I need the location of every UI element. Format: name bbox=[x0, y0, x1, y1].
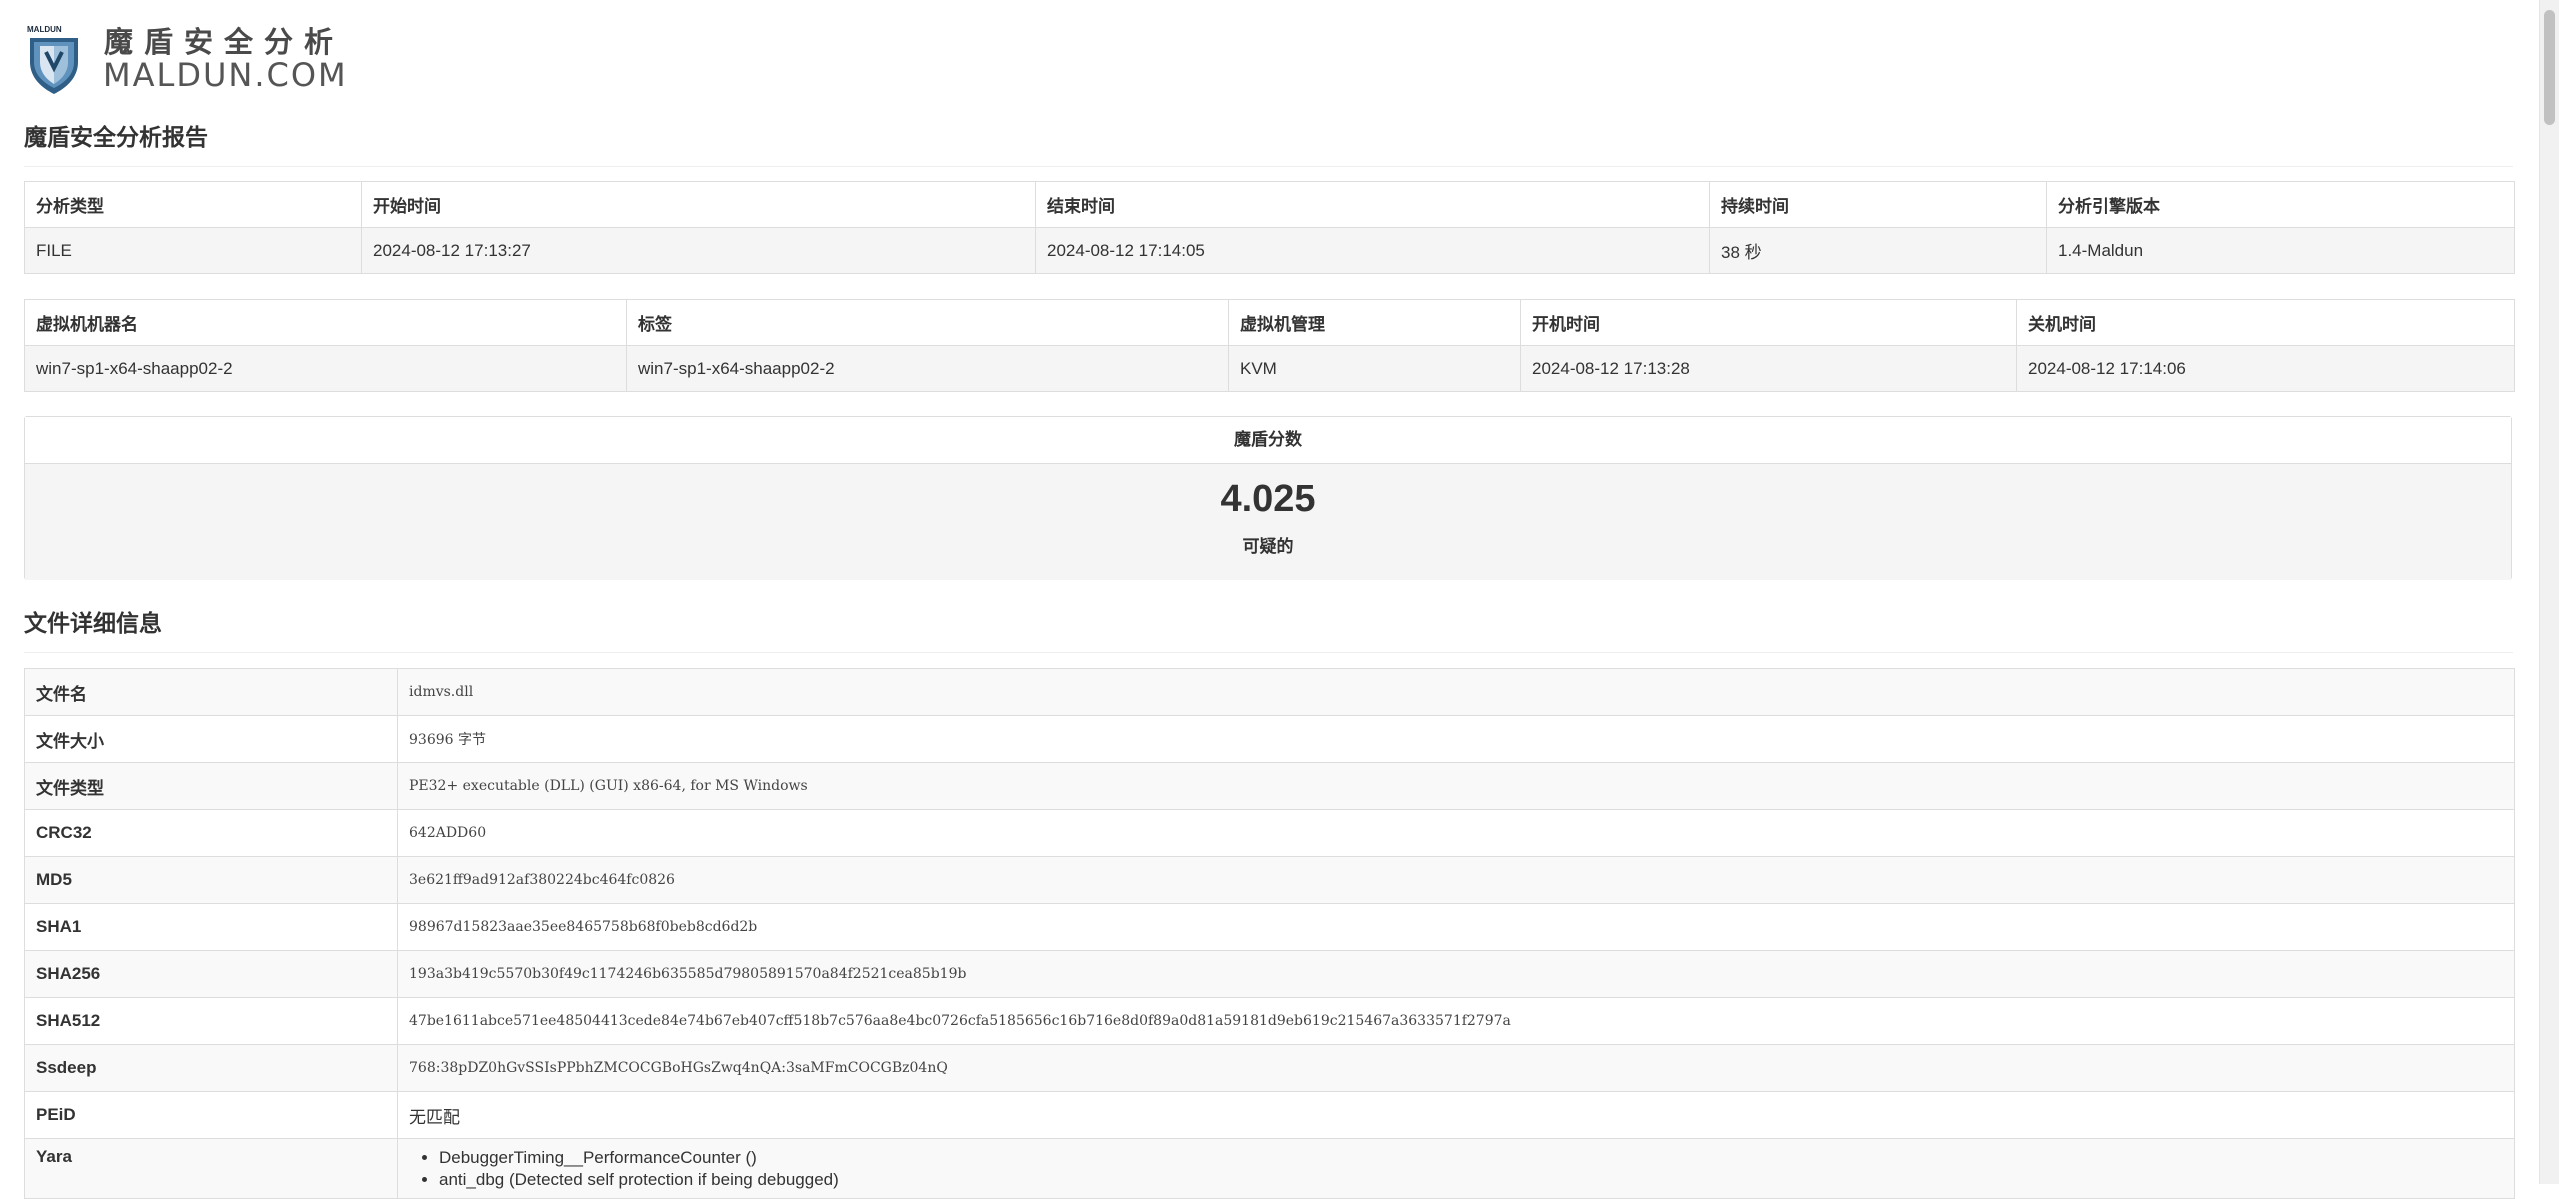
row-label: CRC32 bbox=[24, 809, 398, 857]
header-engine-version: 分析引擎版本 bbox=[2046, 181, 2515, 228]
yara-list: DebuggerTiming__PerformanceCounter () an… bbox=[409, 1147, 2503, 1191]
table-row: SHA256 193a3b419c5570b30f49c1174246b6355… bbox=[24, 950, 2515, 998]
table-header-row: 分析类型 开始时间 结束时间 持续时间 分析引擎版本 bbox=[24, 181, 2515, 228]
header-start-time: 开始时间 bbox=[361, 181, 1036, 228]
table-row: Yara DebuggerTiming__PerformanceCounter … bbox=[24, 1138, 2515, 1199]
sha256-value: 193a3b419c5570b30f49c1174246b635585d7980… bbox=[397, 950, 2515, 998]
score-heading: 魔盾分数 bbox=[25, 417, 2511, 464]
logo-en-text: MALDUN.COM bbox=[103, 56, 348, 94]
header-shutdown-time: 关机时间 bbox=[2016, 299, 2515, 346]
score-body: 4.025 可疑的 bbox=[25, 464, 2511, 580]
maldun-logo[interactable]: MALDUN 魔盾安全分析 MALDUN.COM bbox=[26, 24, 356, 94]
report-title: 魔盾安全分析报告 bbox=[24, 118, 2513, 167]
header-boot-time: 开机时间 bbox=[1520, 299, 2017, 346]
table-row: Ssdeep 768:38pDZ0hGvSSIsPPbhZMCOCGBoHGsZ… bbox=[24, 1044, 2515, 1092]
row-label: Yara bbox=[24, 1138, 398, 1199]
vm-info-table: 虚拟机机器名 标签 虚拟机管理 开机时间 关机时间 win7-sp1-x64-s… bbox=[24, 299, 2515, 392]
file-details-table: 文件名 idmvs.dll 文件大小 93696 字节 文件类型 PE32+ e… bbox=[24, 668, 2515, 1199]
header-label: 标签 bbox=[626, 299, 1229, 346]
table-row: MD5 3e621ff9ad912af380224bc464fc0826 bbox=[24, 856, 2515, 904]
file-size-value: 93696 字节 bbox=[397, 715, 2515, 763]
row-label: MD5 bbox=[24, 856, 398, 904]
logo-small-text: MALDUN bbox=[27, 25, 62, 34]
engine-version-value: 1.4-Maldun bbox=[2046, 227, 2515, 274]
header-analysis-type: 分析类型 bbox=[24, 181, 362, 228]
peid-value: 无匹配 bbox=[397, 1091, 2515, 1139]
md5-value: 3e621ff9ad912af380224bc464fc0826 bbox=[397, 856, 2515, 904]
file-name-value: idmvs.dll bbox=[397, 668, 2515, 716]
logo-cn-text: 魔盾安全分析 bbox=[104, 27, 345, 59]
ssdeep-value: 768:38pDZ0hGvSSIsPPbhZMCOCGBoHGsZwq4nQA:… bbox=[397, 1044, 2515, 1092]
list-item: DebuggerTiming__PerformanceCounter () bbox=[439, 1147, 2503, 1169]
crc32-value: 642ADD60 bbox=[397, 809, 2515, 857]
table-row: 文件类型 PE32+ executable (DLL) (GUI) x86-64… bbox=[24, 762, 2515, 810]
boot-time-value: 2024-08-12 17:13:28 bbox=[1520, 345, 2017, 392]
sha1-value: 98967d15823aae35ee8465758b68f0beb8cd6d2b bbox=[397, 903, 2515, 951]
table-row: SHA512 47be1611abce571ee48504413cede84e7… bbox=[24, 997, 2515, 1045]
row-label: Ssdeep bbox=[24, 1044, 398, 1092]
file-type-value: PE32+ executable (DLL) (GUI) x86-64, for… bbox=[397, 762, 2515, 810]
sha512-value: 47be1611abce571ee48504413cede84e74b67eb4… bbox=[397, 997, 2515, 1045]
header-vm-manager: 虚拟机管理 bbox=[1228, 299, 1521, 346]
analysis-type-value: FILE bbox=[24, 227, 362, 274]
start-time-value: 2024-08-12 17:13:27 bbox=[361, 227, 1036, 274]
vm-manager-value: KVM bbox=[1228, 345, 1521, 392]
row-label: SHA1 bbox=[24, 903, 398, 951]
table-row: win7-sp1-x64-shaapp02-2 win7-sp1-x64-sha… bbox=[24, 345, 2515, 392]
row-label: SHA512 bbox=[24, 997, 398, 1045]
table-row: SHA1 98967d15823aae35ee8465758b68f0beb8c… bbox=[24, 903, 2515, 951]
score-value: 4.025 bbox=[1220, 478, 1316, 520]
header-vm-name: 虚拟机机器名 bbox=[24, 299, 627, 346]
row-label: 文件名 bbox=[24, 668, 398, 716]
duration-value: 38 秒 bbox=[1709, 227, 2047, 274]
table-row: 文件名 idmvs.dll bbox=[24, 668, 2515, 716]
scrollbar-thumb[interactable] bbox=[2544, 10, 2555, 125]
table-header-row: 虚拟机机器名 标签 虚拟机管理 开机时间 关机时间 bbox=[24, 299, 2515, 346]
table-row: PEiD 无匹配 bbox=[24, 1091, 2515, 1139]
file-details-title: 文件详细信息 bbox=[24, 604, 2513, 653]
vertical-scrollbar[interactable] bbox=[2539, 0, 2559, 1184]
shutdown-time-value: 2024-08-12 17:14:06 bbox=[2016, 345, 2515, 392]
table-row: 文件大小 93696 字节 bbox=[24, 715, 2515, 763]
header-duration: 持续时间 bbox=[1709, 181, 2047, 228]
row-label: PEiD bbox=[24, 1091, 398, 1139]
list-item: anti_dbg (Detected self protection if be… bbox=[439, 1169, 2503, 1191]
row-label: SHA256 bbox=[24, 950, 398, 998]
table-row: CRC32 642ADD60 bbox=[24, 809, 2515, 857]
end-time-value: 2024-08-12 17:14:05 bbox=[1035, 227, 1710, 274]
score-verdict: 可疑的 bbox=[1242, 537, 1294, 556]
vm-name-value: win7-sp1-x64-shaapp02-2 bbox=[24, 345, 627, 392]
analysis-info-table: 分析类型 开始时间 结束时间 持续时间 分析引擎版本 FILE 2024-08-… bbox=[24, 181, 2515, 274]
yara-value: DebuggerTiming__PerformanceCounter () an… bbox=[397, 1138, 2515, 1199]
score-panel: 魔盾分数 4.025 可疑的 bbox=[24, 416, 2512, 580]
label-value: win7-sp1-x64-shaapp02-2 bbox=[626, 345, 1229, 392]
table-row: FILE 2024-08-12 17:13:27 2024-08-12 17:1… bbox=[24, 227, 2515, 274]
row-label: 文件类型 bbox=[24, 762, 398, 810]
header-end-time: 结束时间 bbox=[1035, 181, 1710, 228]
row-label: 文件大小 bbox=[24, 715, 398, 763]
shield-logo-icon: MALDUN bbox=[27, 25, 78, 94]
